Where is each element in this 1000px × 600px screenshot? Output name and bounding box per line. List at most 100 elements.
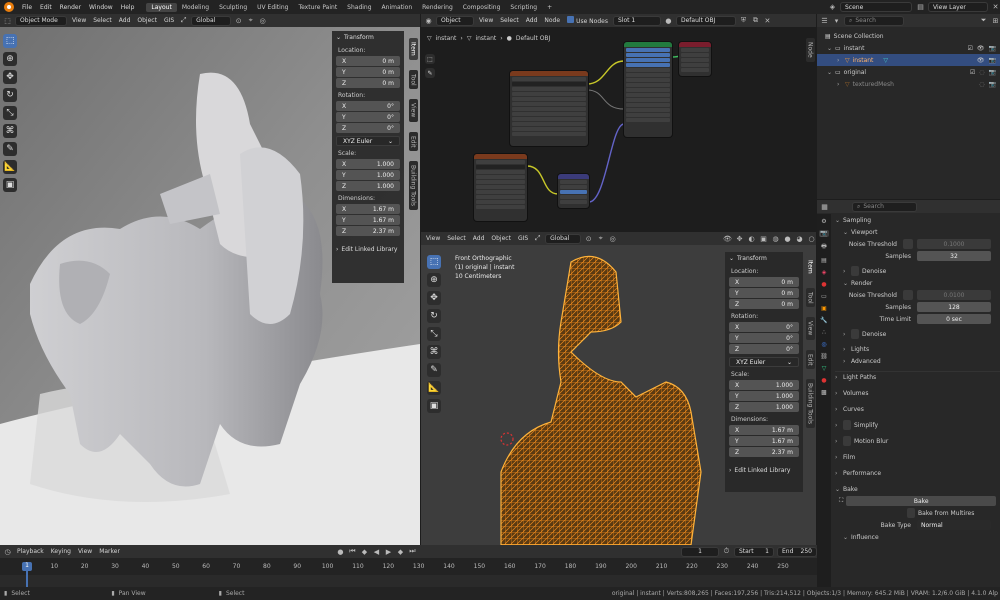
menu-select[interactable]: Select <box>91 17 114 24</box>
scene-selector[interactable]: ◈ Scene <box>828 1 912 14</box>
shading-solid-icon[interactable]: ● <box>783 234 792 243</box>
modifier-tab-icon[interactable]: 🔧 <box>820 317 827 324</box>
rotation-mode-dropdown[interactable]: XYZ Euler ⌄ <box>336 136 400 146</box>
chevron-right-icon[interactable]: › <box>837 81 845 88</box>
scale-z-field[interactable]: Z 1.000 <box>729 402 799 412</box>
shading-material-icon[interactable]: ◕ <box>795 234 804 243</box>
dimensions-y-field[interactable]: Y 1.67 m <box>729 436 799 446</box>
menu-add[interactable]: Add <box>117 17 133 24</box>
tool-tab-icon[interactable]: ⚙ <box>821 218 826 225</box>
render-noise-threshold-field[interactable]: 0.0100 <box>917 290 991 300</box>
tab-building-tools[interactable]: Building Tools <box>805 379 815 429</box>
image-texture-node-2[interactable] <box>474 154 527 221</box>
eye-hidden-icon[interactable]: ◌ <box>979 69 984 76</box>
menu-marker[interactable]: Marker <box>97 548 122 555</box>
overlay-icon[interactable]: ◐ <box>747 234 756 243</box>
tab-node[interactable]: Node <box>805 38 815 62</box>
workspace-tab-sculpting[interactable]: Sculpting <box>214 3 252 12</box>
viewport-denoise-header[interactable]: › Denoise <box>835 265 1000 277</box>
menu-window[interactable]: Window <box>85 4 117 11</box>
dimensions-z-field[interactable]: Z 2.37 m <box>729 447 799 457</box>
dimensions-z-field[interactable]: Z 2.37 m <box>336 226 400 236</box>
bake-type-dropdown[interactable]: Normal <box>917 520 991 530</box>
measure-tool-icon[interactable]: 📐 <box>427 381 441 395</box>
scale-tool-icon[interactable]: ⤡ <box>3 106 17 120</box>
workspace-tab-rendering[interactable]: Rendering <box>417 3 458 12</box>
properties-search-input[interactable]: ⌕ Search <box>852 201 917 212</box>
time-limit-field[interactable]: 0 sec <box>917 314 991 324</box>
film-panel-header[interactable]: › Film <box>835 451 1000 463</box>
transform-tool-icon[interactable]: ⌘ <box>3 124 17 138</box>
denoise-checkbox[interactable] <box>851 266 859 276</box>
simplify-checkbox[interactable] <box>843 420 851 430</box>
orientation-dropdown[interactable]: Global <box>545 233 582 244</box>
outliner-item-texturedmesh[interactable]: › ▽ texturedMesh ◌ 📷 <box>817 78 1000 90</box>
tab-building-tools[interactable]: Building Tools <box>408 161 418 211</box>
node-editor[interactable]: ◉ Object View Select Add Node Use Nodes … <box>421 14 816 231</box>
add-cube-tool-icon[interactable]: ▣ <box>3 178 17 192</box>
rotation-mode-dropdown[interactable]: XYZ Euler ⌄ <box>729 357 799 367</box>
editor-type-timeline-icon[interactable]: ◷ <box>3 547 12 556</box>
new-collection-icon[interactable]: ⊞ <box>991 16 1000 25</box>
material-output-node[interactable] <box>679 42 711 76</box>
scale-x-field[interactable]: X 1.000 <box>336 159 400 169</box>
select-box-tool-icon[interactable]: ⬚ <box>427 255 441 269</box>
checkbox-icon[interactable]: ☑ <box>968 45 973 52</box>
output-tab-icon[interactable]: 🖶 <box>821 242 827 252</box>
jump-end-icon[interactable]: ⏭ <box>408 547 417 556</box>
scale-z-field[interactable]: Z 1.000 <box>336 181 400 191</box>
eye-hidden-icon[interactable]: ◌ <box>979 81 984 88</box>
snap-icon[interactable]: ⌖ <box>246 16 255 25</box>
object-tab-icon[interactable]: ▣ <box>821 305 827 312</box>
menu-help[interactable]: Help <box>117 4 139 11</box>
left-viewport[interactable]: ⬚ Object Mode View Select Add Object GIS… <box>0 14 420 545</box>
tab-item[interactable]: Item <box>408 38 418 60</box>
outliner-item-scene-collection[interactable]: ▤ Scene Collection <box>817 30 1000 42</box>
annotate-tool-icon[interactable]: ✎ <box>427 363 441 377</box>
visibility-icon[interactable]: 👁 <box>723 234 732 243</box>
menu-select[interactable]: Select <box>445 235 468 242</box>
timeline-track[interactable] <box>0 575 817 587</box>
render-samples-field[interactable]: 128 <box>917 302 991 312</box>
dimensions-x-field[interactable]: X 1.67 m <box>336 204 400 214</box>
prev-keyframe-icon[interactable]: ◆ <box>360 547 369 556</box>
transform-header[interactable]: ⌄ Transform <box>336 34 400 41</box>
checkbox-icon[interactable]: ☑ <box>970 69 975 76</box>
menu-object[interactable]: Object <box>135 17 159 24</box>
menu-render[interactable]: Render <box>56 4 85 11</box>
menu-file[interactable]: File <box>18 4 36 11</box>
proportional-editing-icon[interactable]: ◎ <box>608 234 617 243</box>
view-layer-selector[interactable]: ▤ View Layer ✕ <box>916 1 1000 14</box>
location-z-field[interactable]: Z0 m <box>336 78 400 88</box>
menu-gis[interactable]: GIS <box>516 235 530 242</box>
dimensions-x-field[interactable]: X 1.67 m <box>729 425 799 435</box>
workspace-tab-layout[interactable]: Layout <box>146 2 177 12</box>
rotation-z-field[interactable]: Z 0° <box>336 123 400 133</box>
menu-add[interactable]: Add <box>471 235 487 242</box>
shading-rendered-icon[interactable]: ○ <box>807 234 816 243</box>
bake-from-multires-checkbox[interactable] <box>907 508 915 518</box>
scale-tool-icon[interactable]: ⤡ <box>427 327 441 341</box>
viewport-noise-threshold-field[interactable]: 0.1000 <box>917 239 991 249</box>
rotation-y-field[interactable]: Y 0° <box>729 333 799 343</box>
normal-map-node[interactable] <box>558 174 589 208</box>
curves-panel-header[interactable]: › Curves <box>835 403 1000 415</box>
particles-tab-icon[interactable]: ∴ <box>822 329 826 336</box>
play-icon[interactable]: ▶ <box>384 547 393 556</box>
next-keyframe-icon[interactable]: ◆ <box>396 547 405 556</box>
edit-linked-library-header[interactable]: › Edit Linked Library <box>729 467 799 474</box>
current-frame-field[interactable]: 1 <box>681 546 719 557</box>
workspace-tab-texture-paint[interactable]: Texture Paint <box>293 3 342 12</box>
orientation-dropdown[interactable]: Global <box>191 15 232 26</box>
close-icon[interactable]: ✕ <box>991 3 1000 12</box>
noise-threshold-checkbox[interactable] <box>903 239 913 249</box>
xray-icon[interactable]: ▣ <box>759 234 768 243</box>
end-frame-field[interactable]: End 250 <box>777 546 817 557</box>
tab-item[interactable]: Item <box>805 256 815 278</box>
stopwatch-icon[interactable]: ⏱ <box>722 547 731 556</box>
simplify-panel-header[interactable]: › Simplify <box>835 419 1000 431</box>
menu-edit[interactable]: Edit <box>36 4 56 11</box>
sampling-panel-header[interactable]: ⌄ Sampling <box>835 214 1000 226</box>
proportional-editing-icon[interactable]: ◎ <box>258 16 267 25</box>
right-viewport[interactable]: View Select Add Object GIS ⤢ Global ⊙ ⌖ … <box>421 232 816 545</box>
